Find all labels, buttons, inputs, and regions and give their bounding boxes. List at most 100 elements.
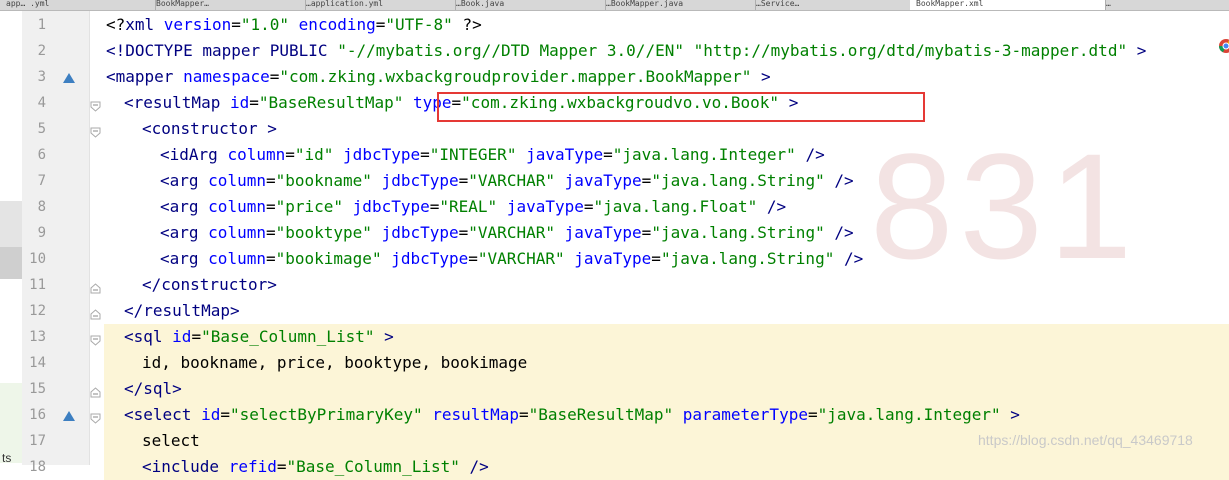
code-token-tag: <arg: [160, 197, 209, 216]
code-token-value: "VARCHAR": [468, 171, 565, 190]
code-token-attr: jdbcType: [352, 197, 430, 216]
code-token-tag: />: [766, 197, 787, 216]
fold-end-icon[interactable]: [90, 279, 101, 294]
fold-collapse-icon[interactable]: [90, 409, 101, 424]
code-token-sym: =: [641, 223, 652, 242]
code-token-attr: javaType: [506, 197, 584, 216]
code-line[interactable]: <arg column="bookname" jdbcType="VARCHAR…: [160, 168, 854, 194]
editor-tab[interactable]: app… .yml: [0, 0, 156, 10]
code-token-tag: xml: [125, 15, 164, 34]
code-token-tag: </resultMap>: [124, 301, 240, 320]
editor-tab[interactable]: BookMapper…: [150, 0, 306, 10]
line-number: 9: [37, 225, 46, 241]
code-token-sym: =: [269, 67, 280, 86]
code-token-tag: >: [1136, 41, 1147, 60]
left-panel-label: ts: [2, 451, 12, 465]
line-number: 2: [37, 43, 46, 59]
code-token-value: "VARCHAR": [477, 249, 575, 268]
code-token-tag: />: [805, 145, 825, 164]
code-line[interactable]: </sql>: [124, 376, 182, 402]
code-token-attr: javaType: [564, 171, 642, 190]
code-token-sym: =: [276, 457, 287, 476]
code-token-attr: column: [208, 171, 266, 190]
code-token-value: "java.lang.Integer": [817, 405, 1011, 424]
code-token-tag: >: [1010, 405, 1020, 424]
code-token-sym: =: [265, 223, 276, 242]
code-token-value: "UTF-8": [385, 15, 463, 34]
code-token-value: "java.lang.String": [651, 171, 835, 190]
editor-tab[interactable]: BookMapper.xml: [910, 0, 1106, 10]
line-number: 18: [29, 459, 46, 475]
editor-tab[interactable]: …Book.java: [450, 0, 606, 10]
fold-collapse-icon[interactable]: [90, 97, 101, 112]
code-line[interactable]: <arg column="bookimage" jdbcType="VARCHA…: [160, 246, 863, 272]
code-token-sym: id, bookname, price, booktype, bookimage: [142, 353, 528, 372]
code-token-value: "com.zking.wxbackgroudprovider.mapper.Bo…: [279, 67, 762, 86]
line-number: 17: [29, 433, 46, 449]
code-line[interactable]: <sql id="Base_Column_List" >: [124, 324, 394, 350]
code-token-value: "id": [294, 145, 344, 164]
code-token-attr: refid: [228, 457, 277, 476]
code-token-value: "Base_Column_List": [201, 327, 385, 346]
implemented-arrow-icon[interactable]: [62, 70, 76, 84]
code-line[interactable]: <arg column="price" jdbcType="REAL" java…: [160, 194, 786, 220]
editor-tab[interactable]: …application.yml: [300, 0, 456, 10]
code-token-attr: javaType: [574, 249, 652, 268]
chrome-browser-icon[interactable]: [1214, 34, 1229, 58]
code-line[interactable]: id, bookname, price, booktype, bookimage: [142, 350, 527, 376]
code-token-sym: =: [468, 249, 478, 268]
implemented-arrow-icon[interactable]: [62, 408, 76, 422]
code-line[interactable]: </constructor>: [142, 272, 277, 298]
code-token-value: "BaseResultMap": [528, 405, 683, 424]
editor-tab[interactable]: …: [1100, 0, 1229, 10]
code-line[interactable]: <!DOCTYPE mapper PUBLIC "-//mybatis.org/…: [106, 38, 1146, 64]
code-token-attr: jdbcType: [343, 145, 421, 164]
code-token-tag: <arg: [160, 171, 209, 190]
code-line[interactable]: <arg column="booktype" jdbcType="VARCHAR…: [160, 220, 854, 246]
line-number: 13: [29, 329, 46, 345]
code-token-tag: <constructor: [142, 119, 268, 138]
code-line[interactable]: <constructor >: [142, 116, 277, 142]
line-number: 12: [29, 303, 46, 319]
line-number: 14: [29, 355, 46, 371]
code-token-value: "selectByPrimaryKey": [229, 405, 433, 424]
left-panel-selection-dark: [0, 247, 22, 279]
code-token-tag: <idArg: [160, 145, 228, 164]
line-number: 10: [29, 251, 46, 267]
code-token-tag: <arg: [160, 249, 209, 268]
code-line[interactable]: <idArg column="id" jdbcType="INTEGER" ja…: [160, 142, 825, 168]
code-token-sym: =: [583, 197, 594, 216]
code-line[interactable]: select: [142, 428, 200, 454]
code-token-tag: <resultMap: [124, 93, 230, 112]
code-token-tag: />: [834, 171, 854, 190]
code-line[interactable]: <mapper namespace="com.zking.wxbackgroud…: [106, 64, 771, 90]
editor-tab[interactable]: …Service…: [750, 0, 916, 10]
code-token-tag: >: [384, 327, 394, 346]
code-token-sym: =: [191, 327, 202, 346]
code-token-value: "java.lang.String": [651, 223, 835, 242]
line-number: 3: [37, 69, 46, 85]
code-token-sym: =: [651, 249, 661, 268]
fold-end-icon[interactable]: [90, 383, 101, 398]
fold-end-icon[interactable]: [90, 305, 101, 320]
code-token-value: "BaseResultMap": [258, 93, 413, 112]
code-line[interactable]: </resultMap>: [124, 298, 240, 324]
code-token-value: "INTEGER": [429, 145, 527, 164]
code-token-attr: jdbcType: [381, 223, 459, 242]
editor-tab[interactable]: …BookMapper.java: [600, 0, 756, 10]
fold-collapse-icon[interactable]: [90, 123, 101, 138]
code-token-tag: <include: [142, 457, 229, 476]
left-panel-edge: ts: [0, 11, 22, 465]
code-token-attr: resultMap: [432, 405, 519, 424]
code-token-sym: =: [231, 15, 241, 34]
code-token-attr: id: [172, 327, 192, 346]
code-line[interactable]: <?xml version="1.0" encoding="UTF-8" ?>: [106, 12, 482, 38]
fold-collapse-icon[interactable]: [90, 331, 101, 346]
line-number: 16: [29, 407, 46, 423]
line-number: 5: [37, 121, 46, 137]
code-token-sym: select: [142, 431, 200, 450]
code-token-attr: javaType: [564, 223, 642, 242]
code-line[interactable]: <select id="selectByPrimaryKey" resultMa…: [124, 402, 1020, 428]
code-line[interactable]: <include refid="Base_Column_List" />: [142, 454, 489, 480]
code-token-value: "VARCHAR": [468, 223, 565, 242]
